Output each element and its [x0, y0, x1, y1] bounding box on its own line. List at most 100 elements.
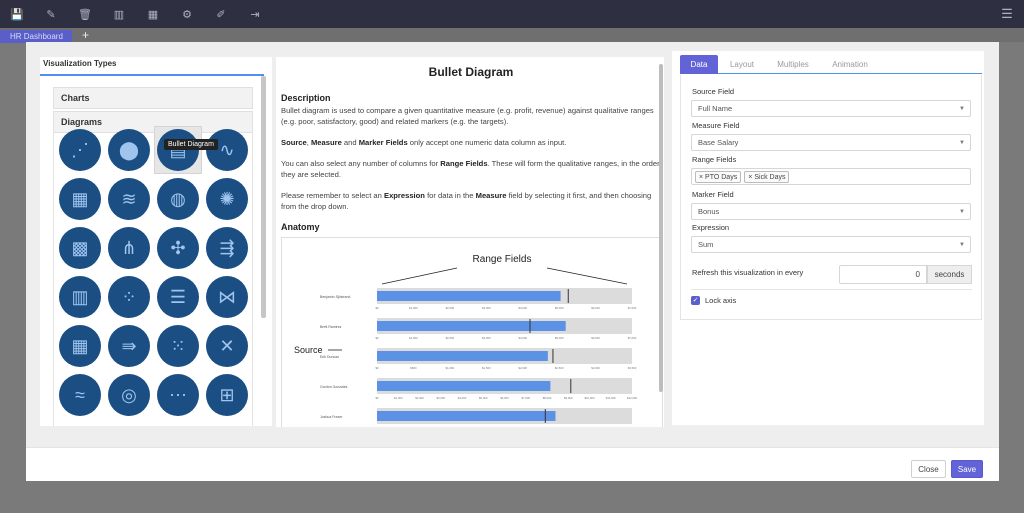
- marker-field-label: Marker Field: [692, 190, 734, 199]
- settings-tabs: Data Layout Multiples Animation: [680, 55, 982, 74]
- anatomy-figure: Range Fields Source Benjamin Sjöstrand $0 $1…: [281, 237, 663, 427]
- settings-panel: Data Layout Multiples Animation Source F…: [672, 51, 984, 425]
- modal-footer: Close Save: [26, 447, 999, 481]
- lock-axis-checkbox[interactable]: ✓: [691, 296, 700, 305]
- trash-icon[interactable]: 🗑: [68, 0, 102, 28]
- bubble-diagram-icon[interactable]: ⬤: [105, 126, 153, 174]
- source-field-label: Source Field: [692, 87, 735, 96]
- diagram-thumbnail: ⁘: [108, 276, 150, 318]
- heatmap-diagram-icon[interactable]: ▦: [56, 175, 104, 223]
- tick-label: $5,000: [555, 336, 564, 340]
- source-field-select[interactable]: Full Name ▼: [691, 100, 971, 117]
- range-chip[interactable]: × PTO Days: [695, 171, 742, 183]
- network-diagram-icon[interactable]: ✣: [154, 224, 202, 272]
- tree-diagram-icon[interactable]: ⋔: [105, 224, 153, 272]
- tick-label: $2,000: [518, 366, 527, 370]
- left-scrollbar[interactable]: [261, 76, 266, 318]
- modal-body: Visualization Types Charts Diagrams ⋰⬤▤∿…: [26, 42, 999, 447]
- word-cloud-icon[interactable]: ≋: [105, 175, 153, 223]
- expression-select[interactable]: Sum ▼: [691, 236, 971, 253]
- tick-label: $5,000: [479, 396, 488, 400]
- sankey-diagram-icon[interactable]: ⇛: [105, 322, 153, 370]
- grid-diagram-icon[interactable]: ▦: [56, 322, 104, 370]
- tick-label: $3,500: [628, 366, 637, 370]
- anatomy-svg: Range Fields Source Benjamin Sjöstrand $0 $1…: [294, 254, 637, 427]
- sunburst-icon[interactable]: ◎: [105, 371, 153, 419]
- panel-title-underline: [40, 74, 264, 76]
- tick-label: $4,000: [518, 306, 527, 310]
- tick-label: $7,000: [628, 426, 637, 427]
- diagram-thumbnail: ⋔: [108, 227, 150, 269]
- chevron-down-icon: ▼: [959, 209, 965, 215]
- refresh-input[interactable]: 0: [839, 265, 927, 284]
- tick-label: $0: [375, 306, 379, 310]
- gear-icon[interactable]: ⚙: [170, 0, 204, 28]
- tick-label: $9,000: [564, 396, 573, 400]
- tab-data[interactable]: Data: [680, 55, 718, 74]
- parallel-coords-icon[interactable]: ✕: [203, 322, 251, 370]
- wave-diagram-icon[interactable]: ∿: [203, 126, 251, 174]
- add-tab-button[interactable]: +: [82, 28, 89, 43]
- timeline-diagram-icon[interactable]: ⇶: [203, 224, 251, 272]
- save-button[interactable]: Save: [951, 460, 983, 478]
- diagram-thumbnail: ✣: [157, 227, 199, 269]
- marker-field-select[interactable]: Bonus ▼: [691, 203, 971, 220]
- tab-layout[interactable]: Layout: [720, 55, 764, 74]
- dot-matrix-icon[interactable]: ⁘: [105, 273, 153, 321]
- measure-field-select[interactable]: Base Salary ▼: [691, 134, 971, 151]
- row-label: Benjamin Sjöstrand: [320, 295, 350, 299]
- diagram-thumbnail: ⋰: [59, 129, 101, 171]
- tick-label: $1,500: [482, 366, 491, 370]
- diagram-thumbnail: ✕: [206, 325, 248, 367]
- tick-label: $0: [375, 366, 379, 370]
- description-scrollbar[interactable]: [659, 64, 663, 392]
- dot-grid-icon[interactable]: ⁙: [154, 322, 202, 370]
- measure-bar: [377, 411, 556, 421]
- range-fields-label: Range Fields: [692, 155, 737, 164]
- exit-icon[interactable]: ⇥: [238, 0, 272, 28]
- org-chart-icon[interactable]: ⊞: [203, 371, 251, 419]
- close-button[interactable]: Close: [911, 460, 946, 478]
- tab-animation[interactable]: Animation: [822, 55, 878, 74]
- matrix-diagram-icon[interactable]: ▩: [56, 224, 104, 272]
- tick-label: $3,000: [591, 366, 600, 370]
- brush-icon[interactable]: ✐: [204, 0, 238, 28]
- chart-icon[interactable]: ▥: [102, 0, 136, 28]
- divider: [691, 289, 972, 290]
- tab-multiples[interactable]: Multiples: [768, 55, 818, 74]
- save-icon[interactable]: 💾: [0, 0, 34, 28]
- tick-label: $7,000: [628, 336, 637, 340]
- tick-label: $6,000: [591, 336, 600, 340]
- tick-label: $6,000: [500, 396, 509, 400]
- description-panel: Bullet Diagram Description Bullet diagra…: [276, 57, 664, 427]
- tab-strip: [0, 28, 1024, 42]
- grid-icon[interactable]: ▦: [136, 0, 170, 28]
- measure-bar: [377, 351, 548, 361]
- scatter-line-icon[interactable]: ⋯: [154, 371, 202, 419]
- tick-label: $0: [375, 336, 379, 340]
- table-diagram-icon[interactable]: ▥: [56, 273, 104, 321]
- streamgraph-icon[interactable]: ≈: [56, 371, 104, 419]
- tick-label: $3,000: [482, 336, 491, 340]
- lock-axis-label: Lock axis: [705, 296, 737, 305]
- range-chip[interactable]: × Sick Days: [744, 171, 790, 183]
- description-p4: Please remember to select an Expression …: [281, 191, 652, 211]
- diagram-thumbnail: ≋: [108, 178, 150, 220]
- list-diagram-icon[interactable]: ☰: [154, 273, 202, 321]
- measure-bar: [377, 381, 551, 391]
- row-label: Joshua Frazer: [320, 415, 343, 419]
- menu-icon[interactable]: ☰: [990, 0, 1024, 28]
- tick-label: $2,000: [446, 306, 455, 310]
- bullet-diagram-icon[interactable]: ▤: [154, 126, 202, 174]
- diagram-thumbnail: ▤: [157, 129, 199, 171]
- edit-icon[interactable]: ✎: [34, 0, 68, 28]
- section-charts[interactable]: Charts: [53, 87, 253, 109]
- graph-diagram-icon[interactable]: ⋈: [203, 273, 251, 321]
- diagram-thumbnail: ⋈: [206, 276, 248, 318]
- diagram-thumbnail: ▦: [59, 325, 101, 367]
- diagram-thumbnail: ✺: [206, 178, 248, 220]
- radial-diagram-icon[interactable]: ✺: [203, 175, 251, 223]
- scatter-diagram-icon[interactable]: ⋰: [56, 126, 104, 174]
- range-fields-multiselect[interactable]: × PTO Days × Sick Days: [691, 168, 971, 185]
- sphere-diagram-icon[interactable]: ◍: [154, 175, 202, 223]
